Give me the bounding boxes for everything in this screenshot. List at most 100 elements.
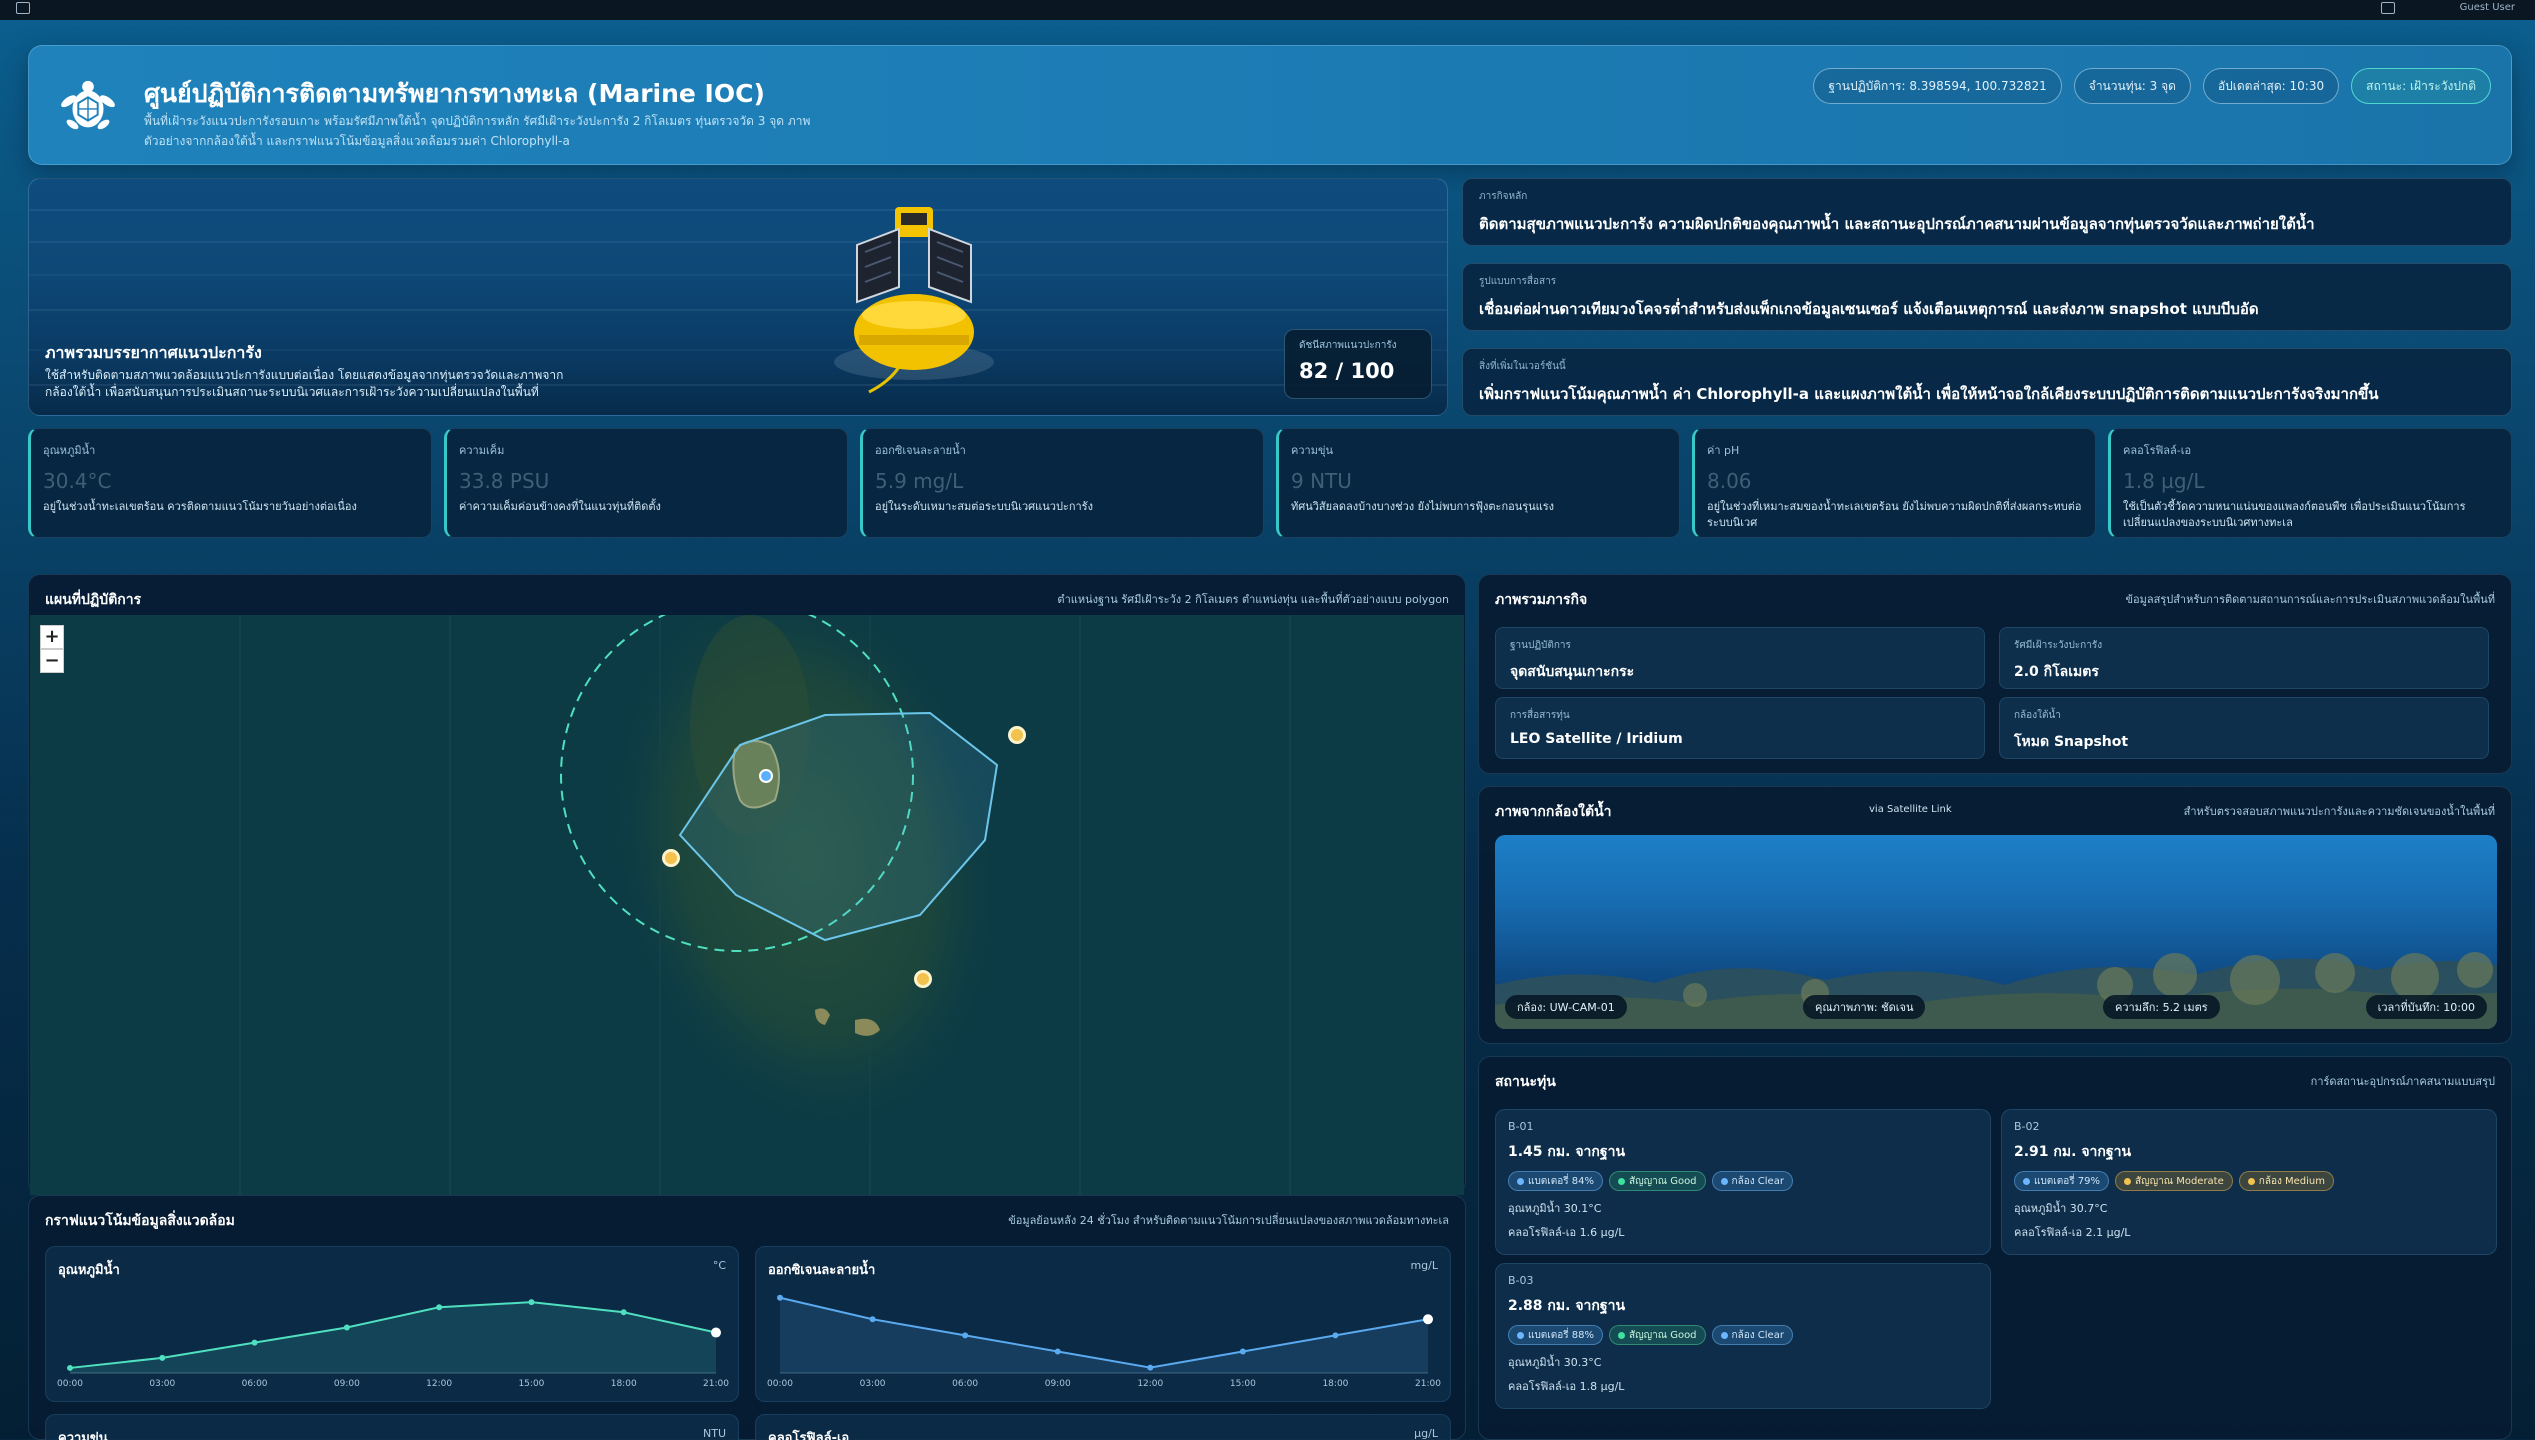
- reef-health-score: ดัชนีสภาพแนวปะการัง 82 / 100: [1284, 329, 1432, 399]
- buoy-illustration: [834, 207, 994, 394]
- chart-x-tick-label: 00:00: [767, 1379, 793, 1389]
- buoy-chlorophyll: คลอโรฟิลล์-เอ 1.6 µg/L: [1508, 1226, 1625, 1239]
- signal-tag: สัญญาณ Good: [1608, 1325, 1706, 1345]
- chart-unit: NTU: [703, 1427, 726, 1440]
- camera-link-label: via Satellite Link: [1869, 804, 1952, 815]
- buoy-distance: 2.91 กม. จากฐาน: [2014, 1144, 2132, 1160]
- camera-text: กล้อง Clear: [1731, 1329, 1784, 1341]
- map-title: แผนที่ปฏิบัติการ: [45, 592, 142, 608]
- score-value: 82 / 100: [1299, 359, 1395, 383]
- zoom-in-button[interactable]: +: [40, 625, 64, 649]
- chart-x-tick-label: 15:00: [518, 1379, 544, 1389]
- status-badge: สถานะ: เฝ้าระวังปกติ: [2351, 68, 2491, 104]
- chart-point: [343, 1324, 350, 1331]
- chart-point: [436, 1304, 443, 1311]
- underwater-camera-image[interactable]: กล้อง: UW-CAM-01 คุณภาพภาพ: ชัดเจน ความล…: [1495, 835, 2497, 1029]
- operations-map-panel: แผนที่ปฏิบัติการ ตำแหน่งฐาน รัศมีเฝ้าระว…: [28, 574, 1466, 1195]
- metric-value: 33.8 PSU: [459, 469, 550, 493]
- chart-x-tick-label: 09:00: [1045, 1379, 1071, 1389]
- buoy-chlorophyll: คลอโรฟิลล์-เอ 2.1 µg/L: [2014, 1226, 2131, 1239]
- chart-x-tick-label: 21:00: [1415, 1379, 1441, 1389]
- overview-communication: การสื่อสารทุ่น LEO Satellite / Iridium: [1495, 697, 1985, 759]
- metric-note: อยู่ในช่วงที่เหมาะสมของน้ำทะเลเขตร้อน ยั…: [1707, 500, 2082, 529]
- buoy-temperature: อุณหภูมิน้ำ 30.3°C: [1508, 1356, 1602, 1369]
- battery-tag: แบตเตอรี่ 84%: [1508, 1171, 1603, 1191]
- base-marker[interactable]: [759, 769, 773, 783]
- chart-unit: µg/L: [1414, 1427, 1438, 1440]
- camera-tag: กล้อง Clear: [1711, 1325, 1793, 1345]
- buoy-marker-b03[interactable]: [914, 970, 932, 988]
- buoy-distance: 2.88 กม. จากฐาน: [1508, 1298, 1626, 1314]
- chart-x-tick-label: 06:00: [242, 1379, 268, 1389]
- chart-x-tick-label: 03:00: [149, 1379, 175, 1389]
- chart-point: [777, 1294, 783, 1301]
- user-label[interactable]: Guest User: [2460, 2, 2515, 13]
- metric-label: ความเค็ม: [459, 444, 505, 457]
- temperature-line-chart: 00:00 03:00 06:00 09:00 12:00 15:00 18:00 21:00: [57, 1299, 729, 1389]
- map-note: ตำแหน่งฐาน รัศมีเฝ้าระวัง 2 กิโลเมตร ตำแ…: [1057, 593, 1449, 606]
- overview-note: ข้อมูลสรุปสำหรับการติดตามสถานการณ์และการ…: [2125, 593, 2495, 606]
- buoy-marker-b02[interactable]: [1008, 726, 1026, 744]
- chart-x-tick-label: 18:00: [611, 1379, 637, 1389]
- chart-title: คลอโรฟิลล์-เอ: [768, 1431, 850, 1440]
- buoy-card-b02[interactable]: B-02 2.91 กม. จากฐาน แบตเตอรี่ 79% สัญญา…: [2001, 1109, 2497, 1255]
- mission-text: เชื่อมต่อผ่านดาวเทียมวงโคจรต่ำสำหรับส่งแ…: [1479, 300, 2259, 318]
- overview-label: กล้องใต้น้ำ: [2014, 710, 2061, 721]
- mission-label: สิ่งที่เพิ่มในเวอร์ชันนี้: [1479, 361, 1566, 372]
- metrics-row: อุณหภูมิน้ำ 30.4°C อยู่ในช่วงน้ำทะเลเขตร…: [28, 428, 2512, 538]
- buoy-id: B-01: [1508, 1120, 1534, 1133]
- metric-label: ค่า pH: [1707, 444, 1740, 457]
- underwater-camera-panel: ภาพจากกล้องใต้น้ำ via Satellite Link สำห…: [1478, 786, 2512, 1044]
- page-header: ศูนย์ปฏิบัติการติดตามทรัพยากรทางทะเล (Ma…: [28, 45, 2512, 165]
- buoy-id: B-02: [2014, 1120, 2040, 1133]
- metric-ph: ค่า pH 8.06 อยู่ในช่วงที่เหมาะสมของน้ำทะ…: [1692, 428, 2096, 538]
- camera-tag: กล้อง Clear: [1711, 1171, 1793, 1191]
- hero-description: ใช้สำหรับติดตามสภาพแวดล้อมแนวปะการังแบบต…: [45, 368, 564, 399]
- metric-water-temperature: อุณหภูมิน้ำ 30.4°C อยู่ในช่วงน้ำทะเลเขตร…: [28, 428, 432, 538]
- mission-label: รูปแบบการสื่อสาร: [1479, 276, 1557, 287]
- signal-tag: สัญญาณ Moderate: [2114, 1171, 2233, 1191]
- buoy-temperature: อุณหภูมิน้ำ 30.7°C: [2014, 1202, 2108, 1215]
- hero-title: ภาพรวมบรรยากาศแนวปะการัง: [45, 343, 262, 362]
- metric-salinity: ความเค็ม 33.8 PSU ค่าความเค็มค่อนข้างคงท…: [444, 428, 848, 538]
- battery-text: แบตเตอรี่ 84%: [1528, 1175, 1594, 1187]
- chart-point: [528, 1299, 535, 1306]
- buoy-card-b03[interactable]: B-03 2.88 กม. จากฐาน แบตเตอรี่ 88% สัญญา…: [1495, 1263, 1991, 1409]
- metric-value: 1.8 µg/L: [2123, 469, 2205, 493]
- chart-point: [1423, 1314, 1433, 1325]
- chart-point: [962, 1332, 969, 1339]
- last-updated-pill: อัปเดตล่าสุด: 10:30: [2202, 68, 2340, 104]
- buoy-id: B-03: [1508, 1274, 1534, 1287]
- chart-water-temperature: อุณหภูมิน้ำ °C 00:00 03:00 06:00 09:00 12:00…: [45, 1246, 739, 1402]
- signal-text: สัญญาณ Good: [1628, 1175, 1697, 1187]
- buoy-chlorophyll: คลอโรฟิลล์-เอ 1.8 µg/L: [1508, 1380, 1625, 1393]
- chart-x-tick-label: 12:00: [426, 1379, 452, 1389]
- buoy-card-b01[interactable]: B-01 1.45 กม. จากฐาน แบตเตอรี่ 84% สัญญา…: [1495, 1109, 1991, 1255]
- window-icon[interactable]: [2381, 2, 2395, 14]
- camera-text: กล้อง Clear: [1731, 1175, 1784, 1187]
- capture-time-tag: เวลาที่บันทึก: 10:00: [2365, 995, 2487, 1019]
- turtle-logo-icon: [61, 80, 115, 130]
- chart-turbidity: ความขุ่น NTU: [45, 1414, 739, 1440]
- map-canvas[interactable]: [30, 615, 1464, 1195]
- metric-note: ทัศนวิสัยลดลงบ้างบางช่วง ยังไม่พบการฟุ้ง…: [1291, 500, 1555, 513]
- metric-label: อุณหภูมิน้ำ: [43, 444, 96, 457]
- mission-overview-panel: ภาพรวมภารกิจ ข้อมูลสรุปสำหรับการติดตามสถ…: [1478, 574, 2512, 774]
- chart-x-tick-label: 21:00: [703, 1379, 729, 1389]
- mission-text: ติดตามสุขภาพแนวปะการัง ความผิดปกติของคุณ…: [1479, 215, 2315, 233]
- buoy-marker-b01[interactable]: [662, 849, 680, 867]
- overview-label: ฐานปฏิบัติการ: [1510, 640, 1571, 651]
- operations-map[interactable]: + −: [30, 615, 1464, 1195]
- mission-card-main: ภารกิจหลัก ติดตามสุขภาพแนวปะการัง ความผิ…: [1462, 178, 2512, 246]
- signal-text: สัญญาณ Moderate: [2134, 1175, 2224, 1187]
- zoom-out-button[interactable]: −: [40, 649, 64, 673]
- score-label: ดัชนีสภาพแนวปะการัง: [1299, 340, 1397, 351]
- battery-text: แบตเตอรี่ 79%: [2034, 1175, 2100, 1187]
- menu-icon[interactable]: [16, 2, 30, 14]
- header-pills: ฐานปฏิบัติการ: 8.398594, 100.732821 จำนว…: [1813, 68, 2491, 104]
- overview-radius: รัศมีเฝ้าระวังปะการัง 2.0 กิโลเมตร: [1999, 627, 2489, 689]
- signal-text: สัญญาณ Good: [1628, 1329, 1697, 1341]
- overview-value: จุดสนับสนุนเกาะกระ: [1510, 664, 1635, 680]
- metric-value: 9 NTU: [1291, 469, 1352, 493]
- metric-note: ใช้เป็นตัวชี้วัดความหนาแน่นของแพลงก์ตอนพ…: [2123, 500, 2466, 529]
